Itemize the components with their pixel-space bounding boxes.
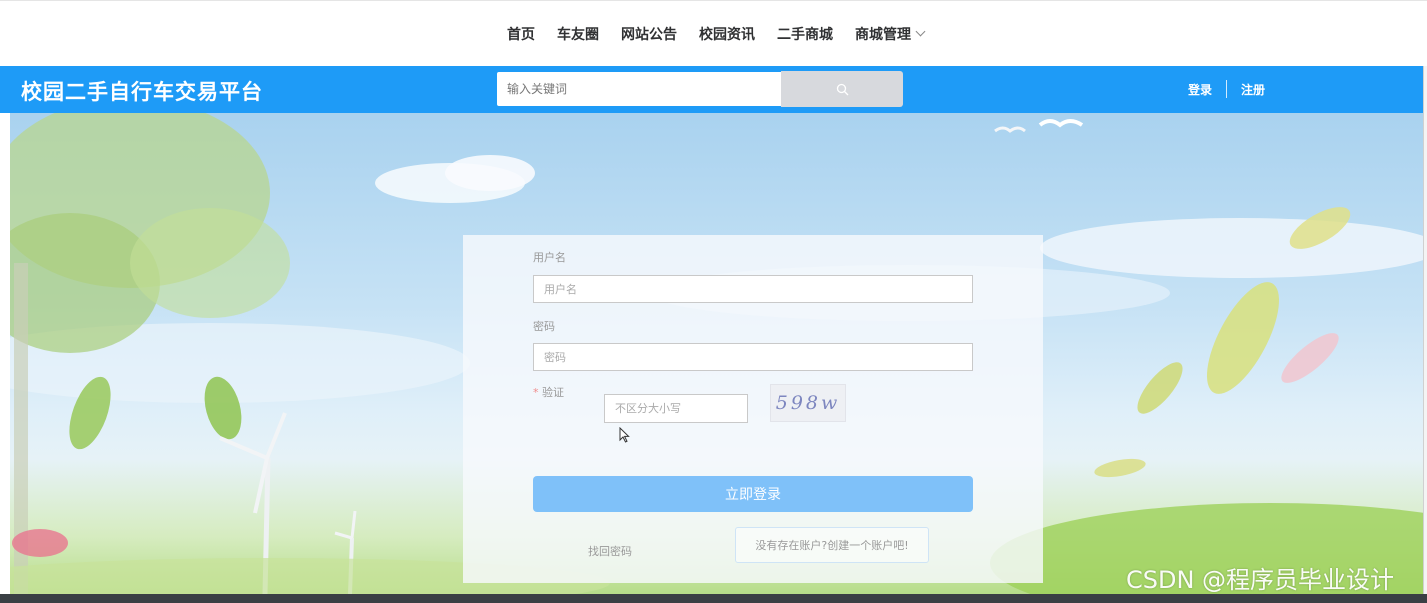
login-panel: 用户名 密码 * 验证 598w 立即登录 找回密码 没有存在账户?创建一个账户… <box>463 235 1043 583</box>
auth-links: 登录 注册 <box>1188 80 1265 98</box>
login-link[interactable]: 登录 <box>1188 81 1212 98</box>
nav-item-label: 二手商城 <box>777 26 833 43</box>
password-field[interactable] <box>533 343 973 371</box>
nav-item-second-hand-mall[interactable]: 二手商城 <box>777 24 833 44</box>
divider <box>1226 80 1228 98</box>
mouse-cursor-icon <box>619 427 630 443</box>
nav-item-mall-management[interactable]: 商城管理 <box>855 24 926 44</box>
captcha-image[interactable]: 598w <box>770 384 846 422</box>
username-label: 用户名 <box>533 251 566 264</box>
bottom-bar <box>0 594 1427 603</box>
hero-background: 用户名 密码 * 验证 598w 立即登录 找回密码 没有存在账户?创建一个账户… <box>10 113 1423 594</box>
site-title: 校园二手自行车交易平台 <box>21 80 263 104</box>
captcha-label: 验证 <box>542 386 564 399</box>
nav-item-label: 商城管理 <box>855 26 911 43</box>
chevron-down-icon <box>915 26 926 37</box>
nav-item-label: 首页 <box>507 26 535 43</box>
nav-item-label: 车友圈 <box>557 26 599 43</box>
captcha-label-row: * 验证 <box>533 384 564 400</box>
nav-item-announcements[interactable]: 网站公告 <box>621 24 677 44</box>
search-button[interactable] <box>781 71 903 107</box>
header-bar: 校园二手自行车交易平台 登录 注册 <box>0 66 1423 113</box>
nav-item-bike-circle[interactable]: 车友圈 <box>557 24 599 44</box>
username-field[interactable] <box>533 275 973 303</box>
nav-item-label: 网站公告 <box>621 26 677 43</box>
nav-item-campus-news[interactable]: 校园资讯 <box>699 24 755 44</box>
password-label: 密码 <box>533 320 555 333</box>
nav-item-home[interactable]: 首页 <box>507 24 535 44</box>
create-account-link[interactable]: 没有存在账户?创建一个账户吧! <box>735 527 929 563</box>
top-navigation: 首页 车友圈 网站公告 校园资讯 二手商城 商城管理 <box>0 0 1427 66</box>
captcha-field[interactable] <box>604 394 748 423</box>
required-asterisk: * <box>533 386 539 399</box>
watermark: CSDN @程序员毕业设计 <box>1126 566 1395 594</box>
search-icon <box>836 83 848 95</box>
forgot-password-link[interactable]: 找回密码 <box>588 543 632 559</box>
nav-item-label: 校园资讯 <box>699 26 755 43</box>
search-input[interactable] <box>497 72 781 106</box>
register-link[interactable]: 注册 <box>1241 81 1265 98</box>
login-button[interactable]: 立即登录 <box>533 476 973 512</box>
scrollbar[interactable] <box>1423 66 1427 594</box>
